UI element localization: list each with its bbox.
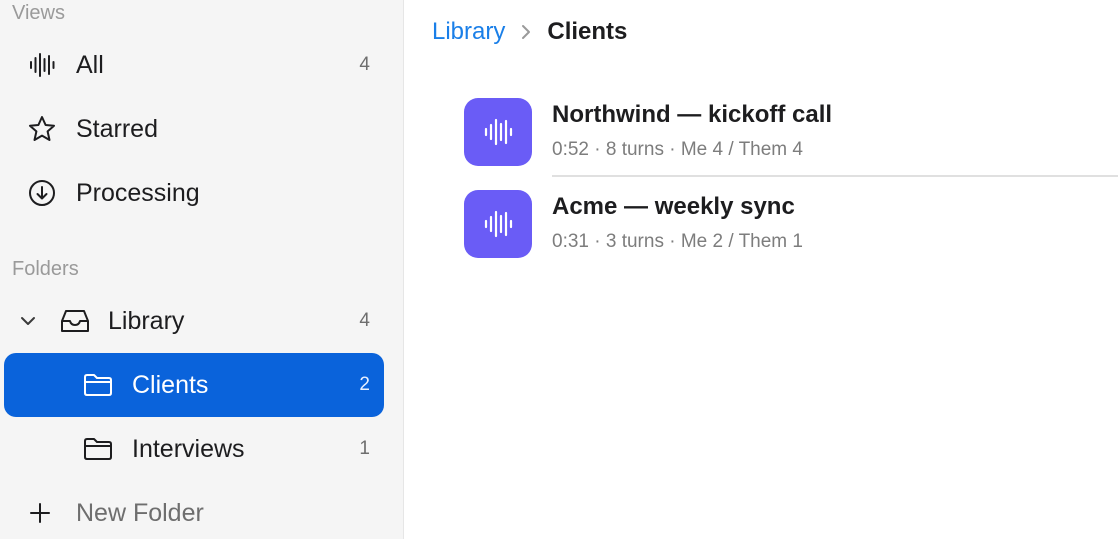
folder-icon [82,435,114,463]
breadcrumb: Library Clients [432,16,627,48]
recording-title: Northwind — kickoff call [552,101,833,128]
folder-icon [82,371,114,399]
item-count: 2 [359,374,370,395]
item-count: 1 [359,438,370,459]
new-folder-label: New Folder [76,498,204,527]
sidebar-item-interviews[interactable]: Interviews 1 [4,417,384,481]
waveform-icon [464,190,532,258]
divider [552,175,1118,177]
sidebar-item-label: Library [108,306,185,335]
sidebar-item-label: Processing [76,178,200,207]
star-icon [26,113,58,145]
sidebar-item-label: Clients [132,370,209,399]
recording-title: Acme — weekly sync [552,193,795,220]
recording-item[interactable]: Acme — weekly sync 0:31 · 3 turns · Me 2… [464,190,1118,282]
sidebar-item-label: Starred [76,114,158,143]
item-count: 4 [359,310,370,331]
recording-item[interactable]: Northwind — kickoff call 0:52 · 8 turns … [464,98,1118,190]
item-count: 4 [359,54,370,75]
new-folder-button[interactable]: New Folder [4,481,384,545]
chevron-right-icon [519,23,533,41]
sidebar-item-starred[interactable]: Starred [4,97,384,161]
sidebar-item-all[interactable]: All 4 [4,33,384,97]
sidebar-item-label: All [76,50,104,79]
recording-meta: 0:31 · 3 turns · Me 2 / Them 1 [552,231,803,252]
sidebar-item-clients[interactable]: Clients 2 [4,353,384,417]
sidebar-item-label: Interviews [132,434,245,463]
plus-icon [28,501,52,525]
waveform-icon [464,98,532,166]
main-content: Library Clients Northwind — kickoff call… [404,0,1118,539]
tray-icon [58,305,92,337]
chevron-down-icon[interactable] [18,311,38,331]
sidebar-item-processing[interactable]: Processing [4,161,384,225]
page-title: Clients [547,18,628,45]
sidebar: Views All 4 Starred Processing Folders L… [0,0,404,539]
breadcrumb-library-link[interactable]: Library [432,18,505,46]
recording-meta: 0:52 · 8 turns · Me 4 / Them 4 [552,139,803,160]
sidebar-item-library[interactable]: Library 4 [4,289,384,353]
views-section-label: Views [12,2,65,24]
folders-section-label: Folders [12,258,79,280]
download-circle-icon [26,177,58,209]
waveform-icon [26,49,58,81]
